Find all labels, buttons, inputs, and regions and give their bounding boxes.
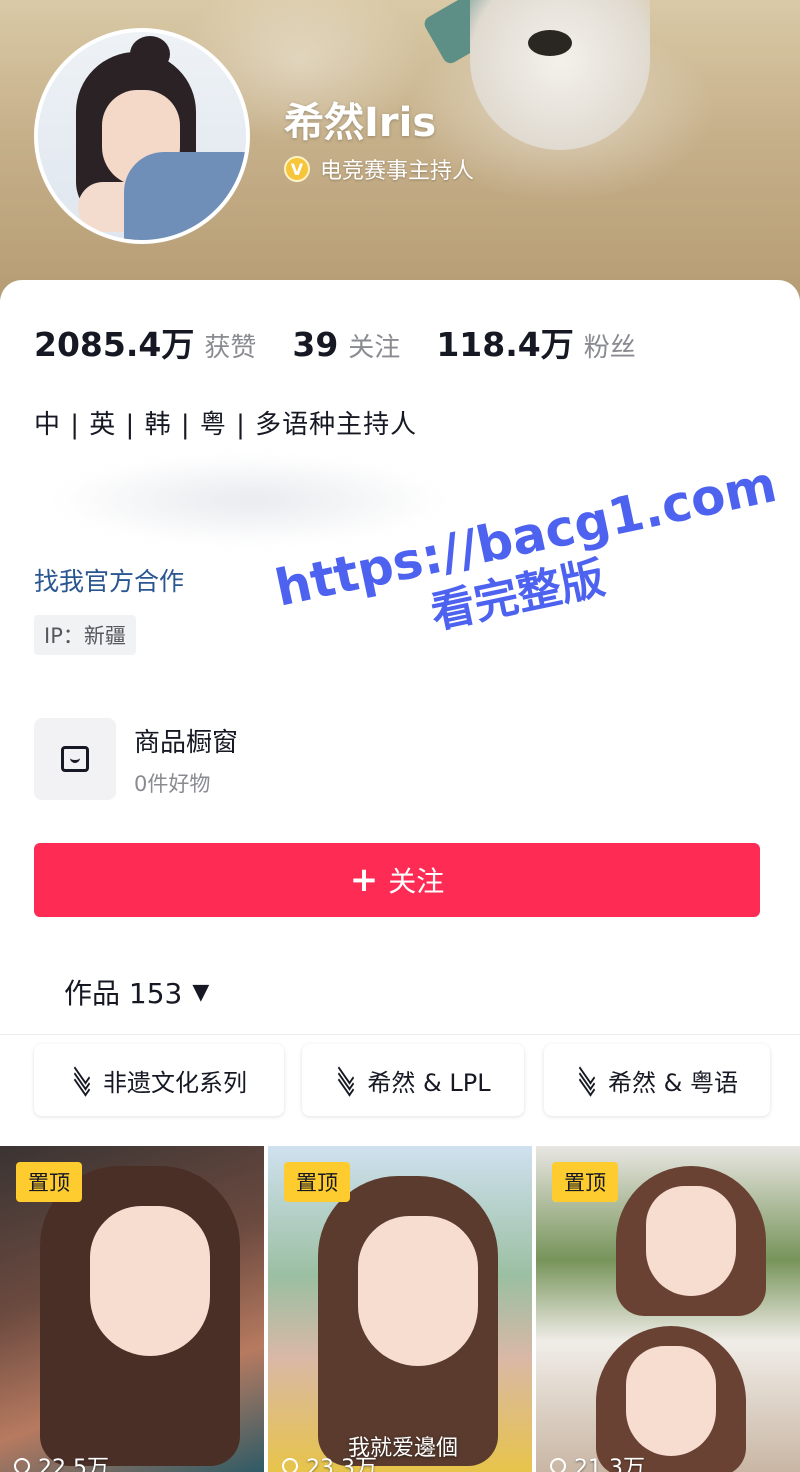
followers-label[interactable]: 粉丝 — [584, 327, 636, 364]
collection-label: 希然 & 粤语 — [608, 1068, 738, 1097]
thumbnail-figure-face — [358, 1216, 478, 1366]
pinned-badge: 置顶 — [552, 1162, 618, 1202]
view-count-text: 22.5万 — [38, 1456, 109, 1472]
likes-label: 获赞 — [204, 333, 257, 363]
tab-divider — [0, 1034, 800, 1035]
stack-icon — [71, 1061, 93, 1097]
pinned-badge: 置顶 — [284, 1162, 350, 1202]
collection-chip-cantonese[interactable]: 希然 & 粤语 — [544, 1044, 770, 1116]
thumbnail-figure-face-top — [646, 1186, 736, 1296]
followers-count[interactable]: 118.4万 — [436, 318, 573, 366]
avatar-sweater — [124, 152, 246, 240]
collection-label: 非遗文化系列 — [103, 1068, 247, 1097]
collection-chip-heritage[interactable]: 非遗文化系列 — [34, 1044, 284, 1116]
avatar-hair-bun — [130, 36, 170, 72]
verification-text: 电竞赛事主持人 — [320, 159, 475, 184]
stats-row: 2085.4万 获赞 39 关注 118.4万 粉丝 — [34, 318, 672, 364]
collection-chip-lpl[interactable]: 希然 & LPL — [302, 1044, 524, 1116]
caret-down-icon: ▼ — [192, 979, 210, 1005]
video-thumbnail-3[interactable]: 置顶 21.3万 — [536, 1146, 800, 1472]
shop-window-subtitle: 0件好物 — [134, 772, 211, 796]
collection-label: 希然 & LPL — [367, 1068, 491, 1097]
view-count: 23.3万 — [278, 1450, 377, 1472]
thumbnail-figure-face-bottom — [626, 1346, 716, 1456]
follow-button-label: 关注 — [388, 865, 445, 898]
view-count: 22.5万 — [10, 1450, 109, 1472]
view-count-text: 23.3万 — [306, 1456, 377, 1472]
video-thumbnail-2[interactable]: 置顶 我就爱邊個 23.3万 — [268, 1146, 532, 1472]
follow-button[interactable]: + 关注 — [34, 843, 760, 917]
ip-location-tag: IP：新疆 — [34, 615, 136, 655]
shop-window-icon-box[interactable] — [34, 718, 116, 800]
likes-count: 2085.4万 — [34, 325, 195, 364]
stack-icon — [335, 1061, 357, 1097]
view-count-text: 21.3万 — [574, 1456, 645, 1472]
thumbnail-figure-face — [90, 1206, 210, 1356]
following-label[interactable]: 关注 — [348, 327, 400, 364]
bio-text: 中 | 英 | 韩 | 粤 | 多语种主持人 — [34, 410, 418, 440]
verified-icon: V — [284, 156, 310, 182]
verification-row: V 电竞赛事主持人 — [284, 152, 474, 186]
bio-blurred-region — [50, 455, 450, 545]
following-count[interactable]: 39 — [292, 325, 338, 364]
tab-works[interactable]: 作品 153 ▼ — [64, 972, 209, 1012]
heart-icon — [10, 1454, 34, 1472]
cover-plush-toy — [470, 0, 650, 150]
works-tab-label: 作品 153 — [64, 977, 183, 1010]
heart-icon — [546, 1454, 570, 1472]
video-thumbnail-1[interactable]: 置顶 22.5万 — [0, 1146, 264, 1472]
heart-icon — [278, 1454, 302, 1472]
avatar[interactable] — [34, 28, 250, 244]
shop-window-title[interactable]: 商品橱窗 — [134, 722, 238, 759]
plus-icon: + — [349, 860, 379, 900]
cover-plush-nose — [528, 30, 572, 56]
shopping-bag-icon — [61, 746, 89, 772]
cooperation-link[interactable]: 找我官方合作 — [34, 562, 184, 598]
stack-icon — [576, 1061, 598, 1097]
pinned-badge: 置顶 — [16, 1162, 82, 1202]
view-count: 21.3万 — [546, 1450, 645, 1472]
profile-name: 希然Iris — [284, 100, 437, 146]
